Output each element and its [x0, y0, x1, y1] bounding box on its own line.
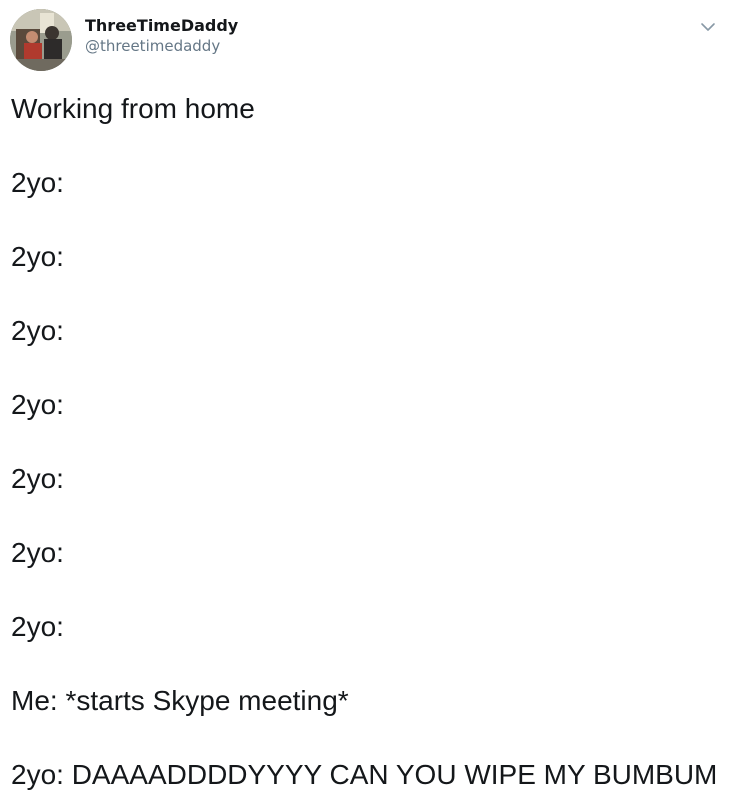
tweet-line: 2yo: [11, 537, 64, 568]
tweet-line: 2yo: [11, 463, 64, 494]
tweet-line: 2yo: [11, 167, 64, 198]
chevron-down-icon[interactable] [698, 17, 718, 37]
tweet-line: 2yo: [11, 389, 64, 420]
avatar-photo [10, 9, 72, 71]
display-name[interactable]: ThreeTimeDaddy [85, 16, 238, 36]
tweet: ThreeTimeDaddy @threetimedaddy Working f… [0, 0, 732, 802]
tweet-text: Working from home 2yo: 2yo: 2yo: 2yo: 2y… [11, 91, 723, 793]
tweet-line: 2yo: [11, 241, 64, 272]
tweet-line: 2yo: [11, 611, 64, 642]
user-handle[interactable]: @threetimedaddy [85, 36, 238, 56]
tweet-line: Working from home [11, 93, 255, 124]
tweet-line: Me: *starts Skype meeting* [11, 685, 349, 716]
user-names: ThreeTimeDaddy @threetimedaddy [85, 16, 238, 56]
tweet-line: 2yo: [11, 315, 64, 346]
tweet-line: 2yo: DAAAADDDDYYYY CAN YOU WIPE MY BUMBU… [11, 759, 718, 790]
tweet-header: ThreeTimeDaddy @threetimedaddy [10, 9, 722, 71]
avatar[interactable] [10, 9, 72, 71]
